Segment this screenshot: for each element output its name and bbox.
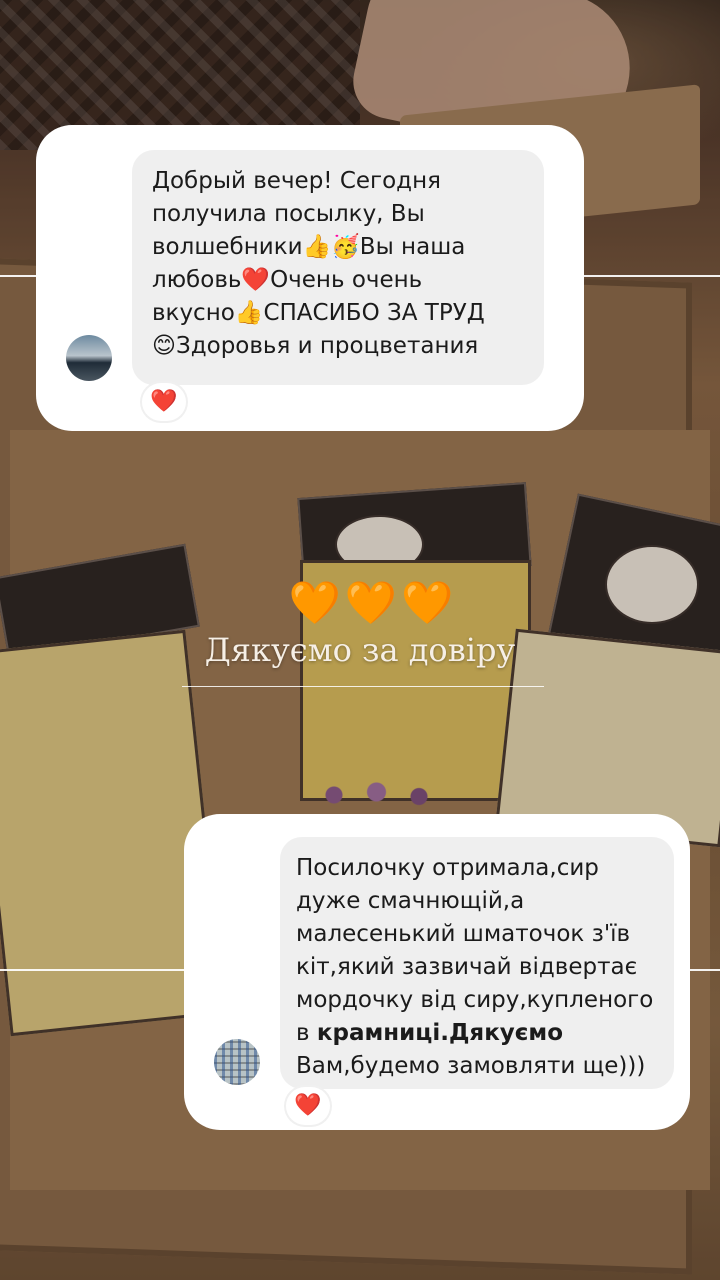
- heart-icon: ❤️: [294, 1093, 322, 1118]
- review-card: Добрый вечер! Сегодня получила посылку, …: [36, 125, 584, 431]
- message-line: в крамниці.Дякуємо: [296, 1017, 658, 1050]
- caption-underline: [182, 686, 544, 687]
- message-line: малесенький шматочок з'їв: [296, 921, 631, 947]
- message-line: вкусно👍СПАСИБО ЗА ТРУД: [152, 300, 485, 326]
- reaction-badge[interactable]: ❤️: [286, 1087, 330, 1125]
- message-text: в: [296, 1020, 317, 1046]
- avatar[interactable]: [214, 1039, 260, 1085]
- message-line: 😊Здоровья и процветания: [152, 333, 479, 359]
- message-bubble: Добрый вечер! Сегодня получила посылку, …: [132, 150, 544, 385]
- reaction-badge[interactable]: ❤️: [142, 383, 186, 421]
- message-line: волшебники👍🥳Вы наша: [152, 234, 466, 260]
- review-card: Посилочку отримала,сир дуже смачнющій,а …: [184, 814, 690, 1130]
- message-line: Вам,будемо замовляти ще))): [296, 1053, 646, 1079]
- message-line: дуже смачнющій,а: [296, 888, 525, 914]
- thanks-caption: Дякуємо за довіру: [204, 631, 516, 669]
- message-line: получила посылку, Вы: [152, 201, 425, 227]
- message-line: Посилочку отримала,сир: [296, 855, 599, 881]
- message-bubble: Посилочку отримала,сир дуже смачнющій,а …: [280, 837, 674, 1089]
- orange-heart-icon: 🧡: [288, 578, 341, 627]
- avatar[interactable]: [66, 335, 112, 381]
- message-line: мордочку від сиру,купленого: [296, 987, 654, 1013]
- orange-hearts: 🧡 🧡 🧡: [289, 578, 454, 627]
- message-line: любовь❤️Очень очень: [152, 267, 423, 293]
- heart-icon: ❤️: [150, 389, 178, 414]
- orange-heart-icon: 🧡: [401, 578, 454, 627]
- message-line: кіт,який зазвичай відвертає: [296, 954, 638, 980]
- message-line: Добрый вечер! Сегодня: [152, 168, 441, 194]
- message-bold-text: крамниці.Дякуємо: [316, 1020, 564, 1046]
- orange-heart-icon: 🧡: [344, 578, 398, 627]
